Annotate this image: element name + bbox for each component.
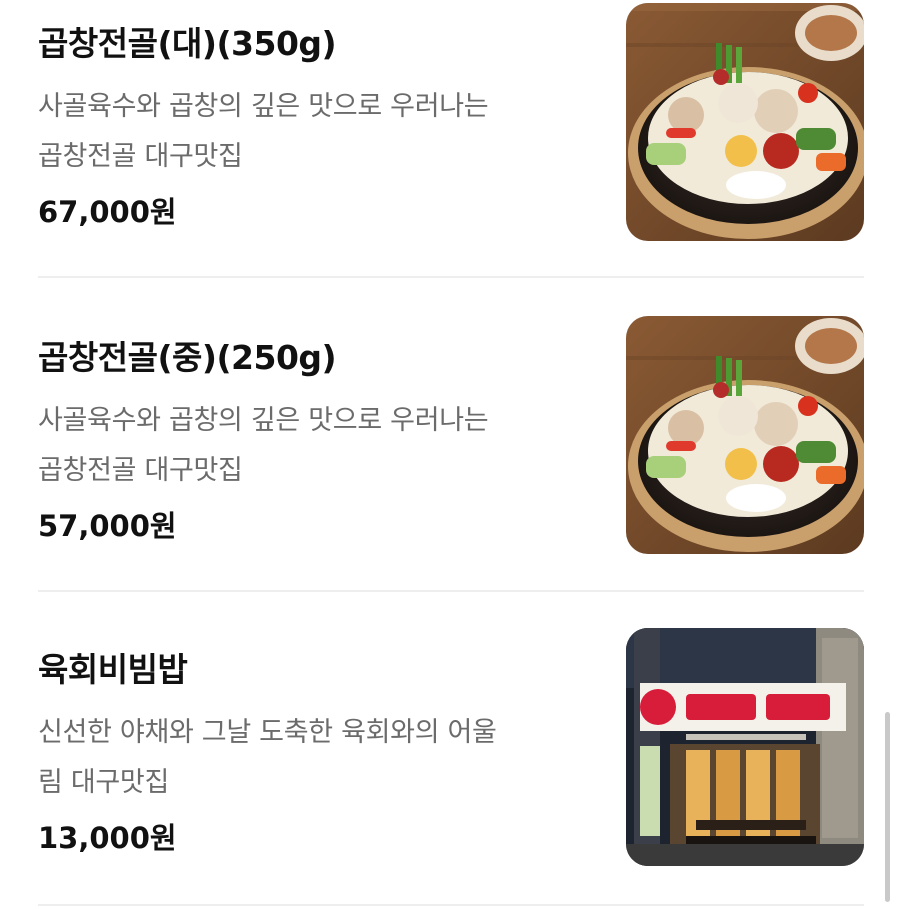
menu-item-price: 57,000원	[38, 509, 177, 543]
menu-item-name: 곱창전골(대)(350g)	[38, 24, 337, 63]
menu-item-description: 사골육수와 곱창의 깊은 맛으로 우러나는 곱창전골 대구맛집	[38, 396, 598, 496]
menu-item-price: 13,000원	[38, 821, 177, 855]
menu-item-price: 67,000원	[38, 195, 177, 229]
menu-item-description-line: 림 대구맛집	[38, 767, 169, 798]
menu-item-description: 신선한 야채와 그날 도축한 육회와의 어울 림 대구맛집	[38, 708, 598, 808]
hotpot-photo[interactable]	[626, 3, 864, 241]
menu-item-description-line: 신선한 야채와 그날 도축한 육회와의 어울	[38, 717, 497, 748]
menu-item-description-line: 곱창전골 대구맛집	[38, 141, 243, 172]
menu-item-description-line: 사골육수와 곱창의 깊은 맛으로 우러나는	[38, 91, 489, 122]
menu-item-text: 곱창전골(대)(350g) 사골육수와 곱창의 깊은 맛으로 우러나는 곱창전골…	[38, 22, 598, 232]
menu-list: 곱창전골(대)(350g) 사골육수와 곱창의 깊은 맛으로 우러나는 곱창전골…	[38, 0, 864, 906]
menu-item-description-line: 곱창전골 대구맛집	[38, 455, 243, 486]
menu-item-name: 육회비빔밥	[38, 650, 188, 689]
menu-item-description: 사골육수와 곱창의 깊은 맛으로 우러나는 곱창전골 대구맛집	[38, 82, 598, 182]
menu-item-description-line: 사골육수와 곱창의 깊은 맛으로 우러나는	[38, 405, 489, 436]
hotpot-photo[interactable]	[626, 316, 864, 554]
menu-item[interactable]: 곱창전골(중)(250g) 사골육수와 곱창의 깊은 맛으로 우러나는 곱창전골…	[38, 278, 864, 592]
menu-item[interactable]: 곱창전골(대)(350g) 사골육수와 곱창의 깊은 맛으로 우러나는 곱창전골…	[38, 0, 864, 278]
menu-item-text: 육회비빔밥 신선한 야채와 그날 도축한 육회와의 어울 림 대구맛집 13,0…	[38, 648, 598, 858]
menu-item-name: 곱창전골(중)(250g)	[38, 338, 337, 377]
scrollbar[interactable]	[885, 712, 890, 902]
menu-item[interactable]: 육회비빔밥 신선한 야채와 그날 도축한 육회와의 어울 림 대구맛집 13,0…	[38, 592, 864, 906]
storefront-photo[interactable]	[626, 628, 864, 866]
menu-item-text: 곱창전골(중)(250g) 사골육수와 곱창의 깊은 맛으로 우러나는 곱창전골…	[38, 336, 598, 546]
